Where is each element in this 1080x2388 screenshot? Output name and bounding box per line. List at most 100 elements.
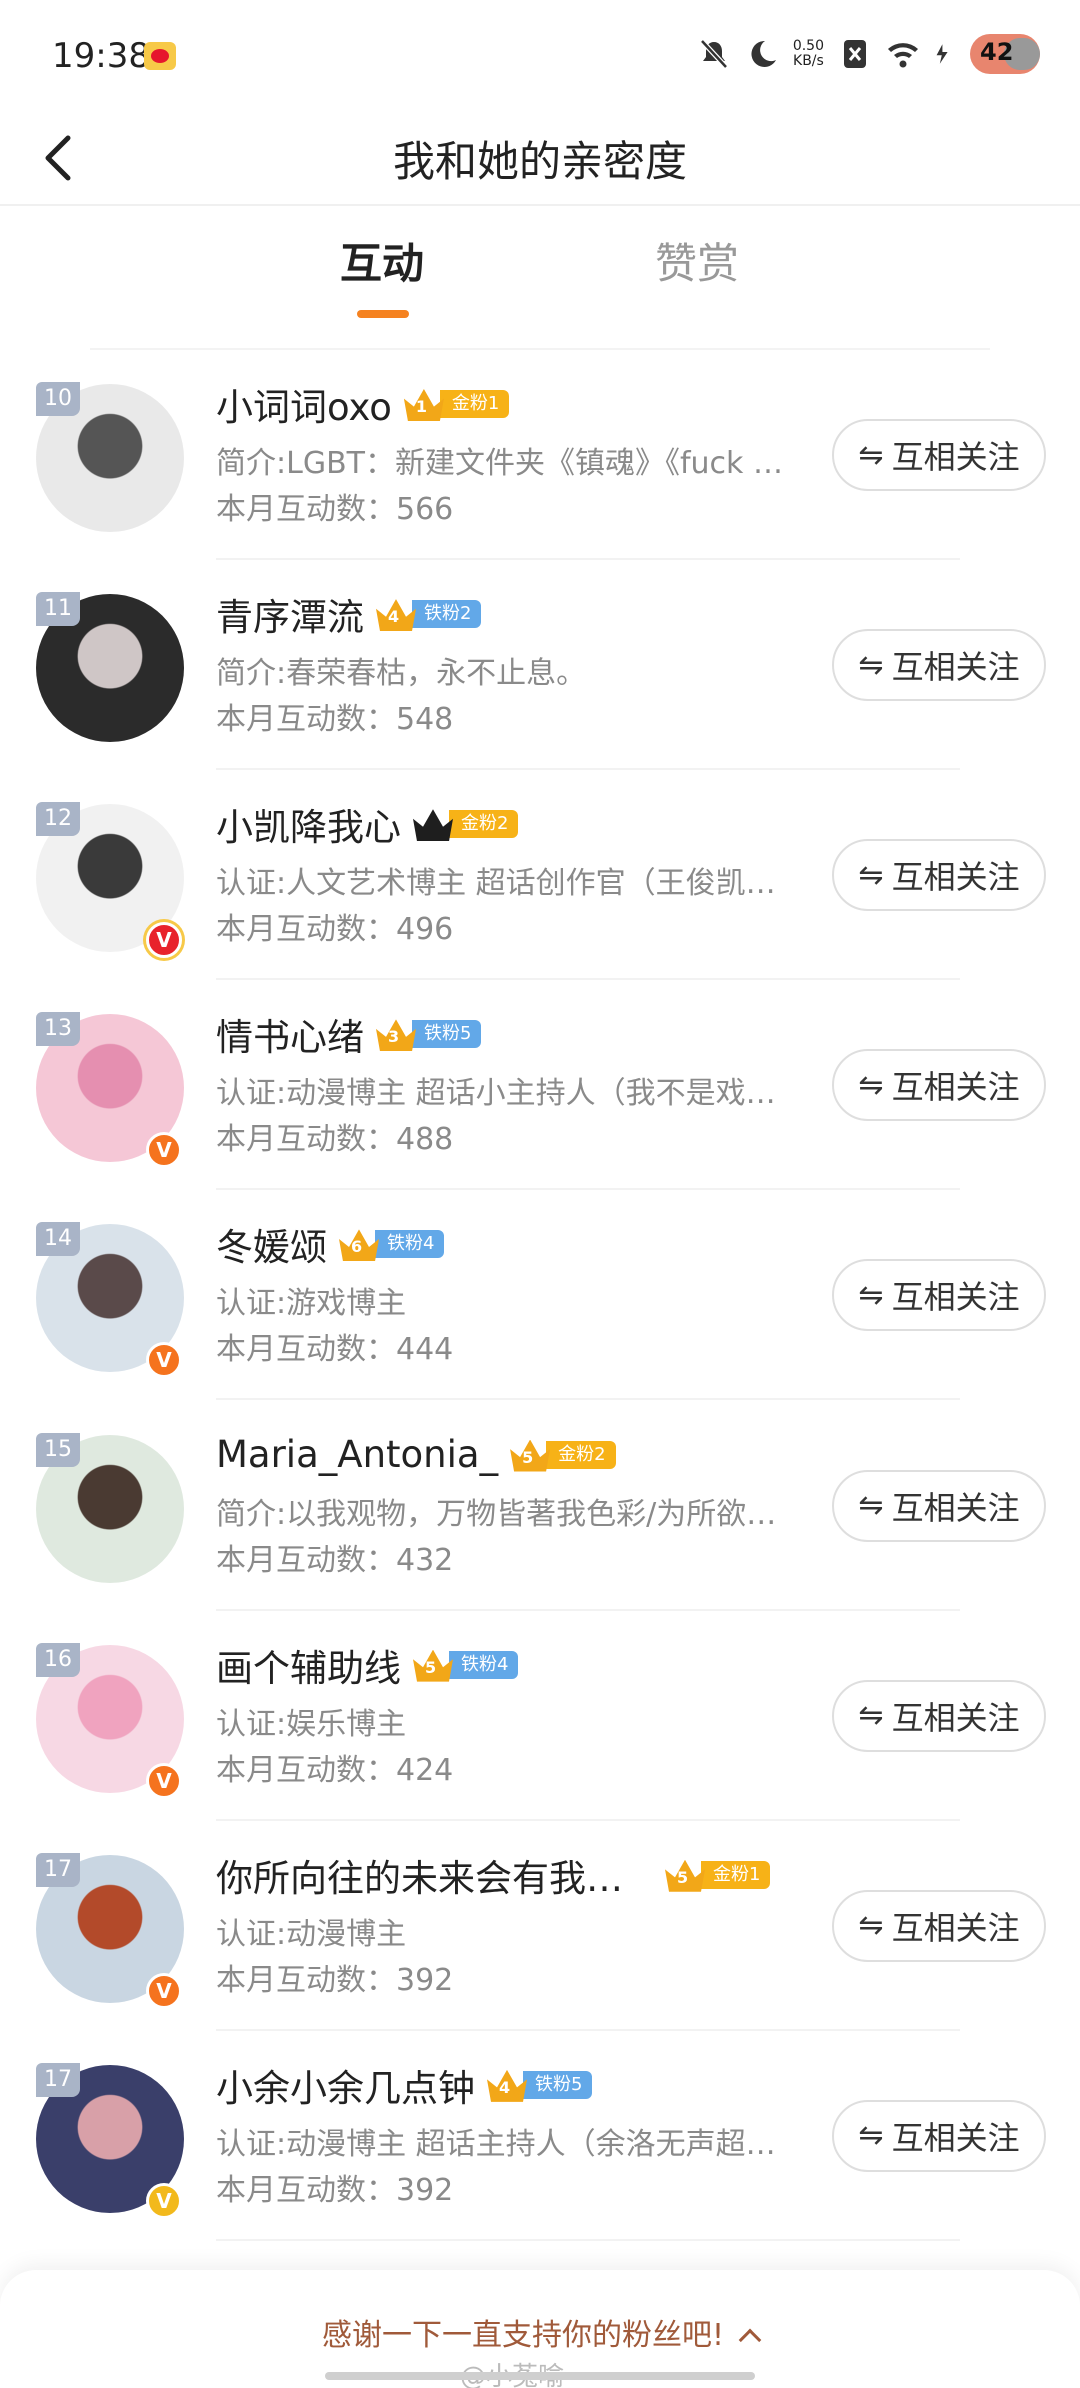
mutual-follow-label: 互相关注 [891, 438, 1020, 476]
crown-icon: 5 [411, 1646, 455, 1684]
list-item[interactable]: 10 小词词oxo 1 金粉1 简介:LGBT：新建文件夹《镇魂》《fuck … 本月互动… [0, 350, 1080, 560]
interaction-count: 本月互动数：392 [216, 1962, 454, 1998]
list-item[interactable]: 14 V 冬媛颂 6 铁粉4 认证:游戏博主 本月互动数：444 ⇋ 互相关注 [0, 1190, 1080, 1401]
fan-level-badge: 金粉2 [411, 807, 519, 842]
mutual-follow-button[interactable]: ⇋ 互相关注 [832, 1259, 1046, 1332]
swap-arrows-icon: ⇋ [858, 647, 884, 683]
mutual-follow-label: 互相关注 [891, 2118, 1020, 2157]
user-name[interactable]: 小凯降我心 [216, 797, 401, 851]
user-description: 认证:游戏博主 [216, 1286, 407, 1322]
fan-level-label: 金粉1 [701, 1860, 771, 1889]
fan-level-badge: 5 铁粉4 [411, 1646, 519, 1684]
thanks-fans-prompt[interactable]: 感谢一下一直支持你的粉丝吧! [0, 2310, 1080, 2354]
tab-reward[interactable]: 赞赏 [655, 230, 739, 291]
rank-badge: 17 [36, 1852, 80, 1887]
mutual-follow-button[interactable]: ⇋ 互相关注 [832, 2099, 1046, 2172]
name-line: Maria_Antonia_ 5 金粉2 [216, 1427, 616, 1483]
swap-arrows-icon: ⇋ [858, 857, 884, 893]
crown-icon: 4 [374, 595, 418, 633]
interaction-count: 本月互动数：432 [216, 1542, 454, 1578]
user-name[interactable]: 画个辅助线 [216, 1638, 401, 1692]
tab-interaction[interactable]: 互动 [340, 230, 424, 291]
name-line: 青序潭流 4 铁粉2 [216, 586, 482, 642]
rank-badge: 10 [36, 382, 80, 416]
mutual-follow-button[interactable]: ⇋ 互相关注 [832, 1049, 1046, 1122]
list-item[interactable]: 13 V 情书心绪 3 铁粉5 认证:动漫博主 超话小主持人（我不是戏… 本月互动数：488… [0, 980, 1080, 1191]
name-line: 小凯降我心 金粉2 [216, 796, 519, 852]
verified-icon: V [146, 2182, 182, 2219]
user-name[interactable]: 冬媛颂 [216, 1217, 327, 1271]
charging-icon [936, 44, 948, 64]
user-description: 认证:动漫博主 [216, 1916, 407, 1952]
rank-badge: 15 [36, 1432, 80, 1467]
bell-muted-icon [699, 39, 728, 69]
status-icons: 0.50 KB/s 42 [697, 34, 1040, 74]
tab-bar: 互动 赞赏 [0, 230, 1080, 320]
list-item[interactable]: 17 V 你所向往的未来会有我… 5 金粉1 认证:动漫博主本月互动数：392 ⇋ 互相关注 [0, 1821, 1080, 2031]
name-line: 画个辅助线 5 铁粉4 [216, 1637, 519, 1693]
status-time: 19:38 [52, 36, 150, 76]
status-bar: 19:38 0.50 KB/s 42 [0, 0, 1080, 110]
rank-badge: 17 [36, 2062, 80, 2097]
crown-level: 5 [522, 1447, 534, 1467]
mutual-follow-label: 互相关注 [891, 648, 1020, 687]
swap-arrows-icon: ⇋ [858, 2118, 884, 2154]
weibo-app-icon [144, 42, 176, 70]
user-name[interactable]: 你所向往的未来会有我… [216, 1848, 623, 1902]
fan-level-label: 铁粉5 [523, 2070, 593, 2099]
bottom-bar[interactable]: 感谢一下一直支持你的粉丝吧! @小菟喻 [0, 2270, 1080, 2388]
mutual-follow-button[interactable]: ⇋ 互相关注 [832, 1679, 1046, 1752]
mutual-follow-label: 互相关注 [891, 1068, 1020, 1107]
fan-level-badge: 5 金粉1 [663, 1856, 771, 1894]
list-item[interactable]: 12 V 小凯降我心 金粉2 认证:人文艺术博主 超话创作官（王俊凯… 本月互动数：496… [0, 770, 1080, 981]
user-name[interactable]: Maria_Antonia_ [216, 1433, 498, 1476]
swap-arrows-icon: ⇋ [858, 1698, 884, 1734]
swap-arrows-icon: ⇋ [858, 1277, 884, 1313]
name-line: 情书心绪 3 铁粉5 [216, 1006, 482, 1062]
list-item[interactable]: 16 V 画个辅助线 5 铁粉4 认证:娱乐博主 本月互动数：424 ⇋ 互相关注 [0, 1611, 1080, 1821]
mutual-follow-button[interactable]: ⇋ 互相关注 [832, 1889, 1046, 1962]
mutual-follow-button[interactable]: ⇋ 互相关注 [832, 629, 1046, 702]
active-tab-indicator [357, 310, 409, 318]
mutual-follow-label: 互相关注 [891, 858, 1020, 897]
battery-indicator: 42 [970, 34, 1040, 74]
name-line: 你所向往的未来会有我… 5 金粉1 [216, 1847, 771, 1903]
mutual-follow-button[interactable]: ⇋ 互相关注 [832, 839, 1046, 912]
fan-level-label: 铁粉2 [412, 600, 482, 629]
crown-icon: 5 [663, 1856, 707, 1894]
crown-level: 3 [388, 1027, 400, 1047]
interaction-count: 本月互动数：496 [216, 912, 454, 948]
mutual-follow-button[interactable]: ⇋ 互相关注 [832, 419, 1046, 491]
battery-level: 42 [980, 38, 1014, 66]
home-indicator[interactable] [325, 2372, 755, 2380]
mutual-follow-button[interactable]: ⇋ 互相关注 [832, 1469, 1046, 1542]
name-line: 冬媛颂 6 铁粉4 [216, 1216, 445, 1272]
fan-level-label: 金粉1 [439, 390, 510, 418]
chevron-up-icon [738, 2328, 762, 2352]
user-description: 认证:动漫博主 超话主持人（余洛无声超… [216, 2126, 776, 2162]
fan-level-badge: 6 铁粉4 [337, 1225, 445, 1263]
moon-icon [751, 40, 776, 67]
list-item[interactable]: 11 青序潭流 4 铁粉2 简介:春荣春枯，永不止息。 本月互动数：548 ⇋ 互相关注 [0, 560, 1080, 771]
user-name[interactable]: 小词词oxo [216, 377, 392, 431]
rank-badge: 13 [36, 1012, 80, 1047]
net-speed-value: 0.50 [792, 38, 824, 54]
crown-level: 5 [425, 1657, 437, 1677]
swap-arrows-icon: ⇋ [858, 1488, 884, 1524]
user-description: 认证:人文艺术博主 超话创作官（王俊凯… [216, 866, 776, 902]
crown-level: 1 [415, 397, 428, 416]
user-name[interactable]: 小余小余几点钟 [216, 2058, 475, 2112]
user-description: 简介:LGBT：新建文件夹《镇魂》《fuck … [216, 446, 783, 481]
crown-icon: 6 [337, 1225, 381, 1263]
verified-icon: V [146, 1762, 182, 1799]
user-name[interactable]: 情书心绪 [216, 1007, 364, 1061]
verified-icon: V [146, 1972, 182, 2009]
fan-level-label: 铁粉4 [449, 1650, 519, 1679]
crown-icon: 1 [402, 385, 446, 423]
user-name[interactable]: 青序潭流 [216, 587, 364, 641]
verified-icon: V [146, 1342, 182, 1379]
interaction-count: 本月互动数：488 [216, 1122, 454, 1158]
list-item[interactable]: 17 V 小余小余几点钟 4 铁粉5 认证:动漫博主 超话主持人（余洛无声超… 本月互动数：… [0, 2031, 1080, 2241]
list-item[interactable]: 15 Maria_Antonia_ 5 金粉2 简介:以我观物，万物皆著我色彩/为所欲…… [0, 1401, 1080, 1611]
interaction-count: 本月互动数：548 [216, 702, 454, 738]
